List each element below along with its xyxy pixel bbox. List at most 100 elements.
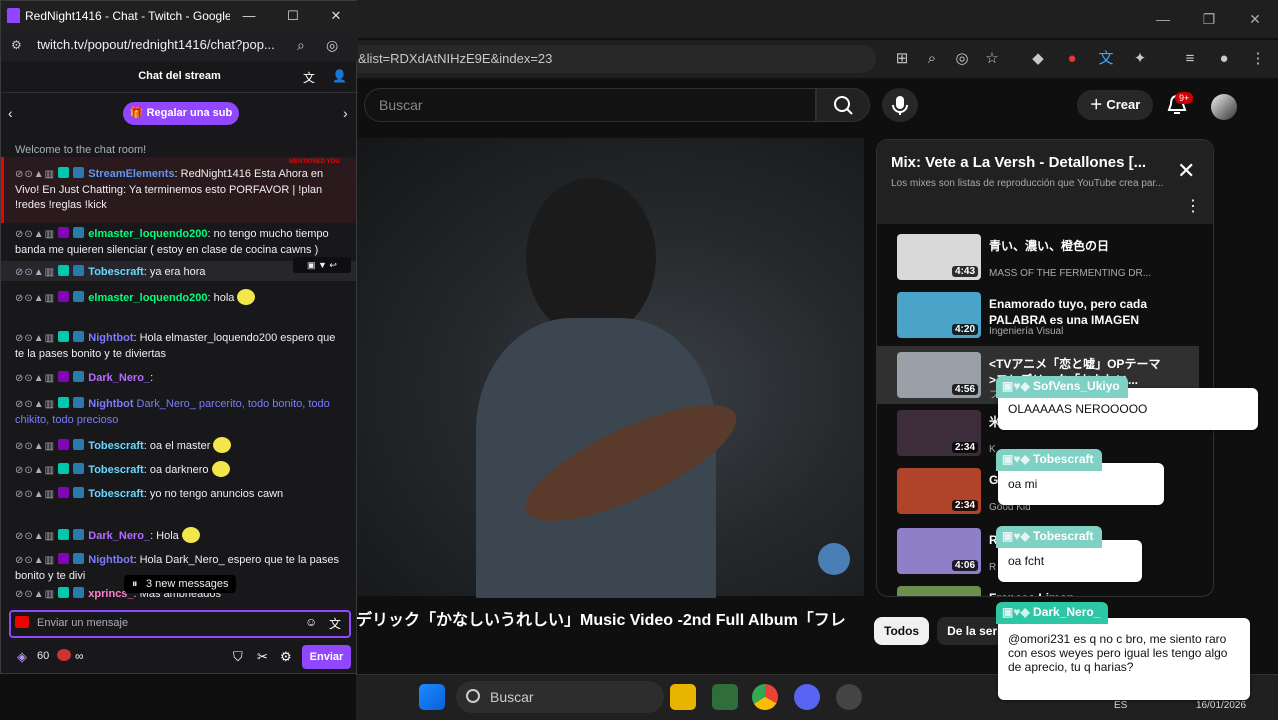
tools-icon[interactable]: ✂ xyxy=(257,649,268,665)
badge-icon xyxy=(73,587,85,598)
new-messages-label: 3 new messages xyxy=(146,578,229,590)
chat-badge-icon[interactable] xyxy=(15,616,29,628)
overlay-text: oa fcht xyxy=(1008,554,1045,568)
mod-actions-icon[interactable]: ⊘⊙▲▥ xyxy=(15,229,55,240)
window-title: RedNight1416 - Chat - Twitch - Google... xyxy=(25,9,230,23)
chat-text: : hola xyxy=(207,292,235,304)
chevron-right-icon[interactable]: › xyxy=(343,105,348,121)
playlist-item[interactable]: Frances Limon xyxy=(877,580,1199,596)
chat-username[interactable]: StreamElements xyxy=(88,168,174,180)
mod-actions-icon[interactable]: ⊘⊙▲▥ xyxy=(15,441,55,452)
chat-username[interactable]: elmaster_loquendo200 xyxy=(88,292,207,304)
media-icon[interactable]: ≡ xyxy=(1180,49,1200,69)
users-icon[interactable]: 👤 xyxy=(332,69,347,83)
extension-icon[interactable]: ◆ xyxy=(1028,49,1048,69)
gift-sub-button[interactable]: 🎁 Regalar una sub xyxy=(123,102,239,125)
chat-username[interactable]: Dark_Nero_ xyxy=(88,372,150,384)
create-button[interactable]: ＋ Crear xyxy=(1077,90,1153,120)
channel-points-icon[interactable]: ◈ xyxy=(17,649,27,665)
chat-username[interactable]: Tobescraft xyxy=(88,488,143,500)
address-bar[interactable]: &list=RDXdAtNIHzE9E&index=23 xyxy=(356,45,876,73)
eye-slash-icon[interactable]: ◎ xyxy=(326,37,338,54)
badge-icon xyxy=(58,439,70,450)
shield-icon[interactable]: ⛉ xyxy=(233,649,243,665)
adblock-icon[interactable]: ● xyxy=(1062,49,1082,69)
site-settings-icon[interactable]: ⚙ xyxy=(11,38,22,52)
emote-icon[interactable]: ☺ xyxy=(305,615,317,629)
points-suffix: ∞ xyxy=(75,649,84,663)
discord-icon[interactable] xyxy=(794,684,820,710)
badge-icon xyxy=(73,291,85,302)
chat-username[interactable]: Nightbot xyxy=(88,554,133,566)
chrome-icon[interactable] xyxy=(752,684,778,710)
avatar[interactable] xyxy=(1211,94,1237,120)
bookmark-star-icon[interactable]: ☆ xyxy=(982,49,1002,69)
mod-actions-icon[interactable]: ⊘⊙▲▥ xyxy=(15,489,55,500)
profile-icon[interactable]: ● xyxy=(1214,49,1234,69)
chat-username[interactable]: Tobescraft xyxy=(88,440,143,452)
mod-actions-icon[interactable]: ⊘⊙▲▥ xyxy=(15,589,55,600)
mod-actions-icon[interactable]: ⊘⊙▲▥ xyxy=(15,169,55,180)
send-button[interactable]: Enviar xyxy=(302,645,351,669)
chat-username[interactable]: Tobescraft xyxy=(88,464,143,476)
playlist-item[interactable]: 4:20 Enamorado tuyo, pero cada PALABRA e… xyxy=(877,286,1199,344)
emote-icon xyxy=(181,527,200,543)
voice-search-button[interactable] xyxy=(882,88,918,122)
mod-actions-icon[interactable]: ⊘⊙▲▥ xyxy=(15,465,55,476)
mod-actions-icon[interactable]: ⊘⊙▲▥ xyxy=(15,555,55,566)
install-app-icon[interactable]: ⊞ xyxy=(892,49,912,69)
chat-message: ⊘⊙▲▥ StreamElements: RedNight1416 Esta A… xyxy=(15,167,341,214)
tray-language[interactable]: ES xyxy=(1114,700,1127,711)
tray-clock[interactable]: 16/01/2026 xyxy=(1196,700,1246,711)
chat-message: ⊘⊙▲▥ Nightbot: Hola elmaster_loquendo200… xyxy=(15,331,341,362)
obs-icon[interactable] xyxy=(836,684,862,710)
chat-message: ⊘⊙▲▥ Nightbot Dark_Nero_ parcerito, todo… xyxy=(15,397,341,428)
zoom-icon[interactable]: ⌕ xyxy=(922,49,942,69)
translate-icon[interactable]: 文 xyxy=(1096,49,1116,69)
channel-watermark-icon[interactable] xyxy=(818,543,850,575)
puzzle-icon[interactable]: ✦ xyxy=(1130,49,1150,69)
gear-icon[interactable]: ⚙ xyxy=(280,649,292,665)
mod-actions-icon[interactable]: ⊘⊙▲▥ xyxy=(15,531,55,542)
chevron-left-icon[interactable]: ‹ xyxy=(8,105,13,121)
close-icon[interactable]: ✕ xyxy=(1177,158,1195,184)
video-player[interactable] xyxy=(356,138,864,598)
taskbar-search[interactable]: Buscar xyxy=(456,681,664,713)
chat-message: ⊘⊙▲▥ elmaster_loquendo200: no tengo much… xyxy=(15,227,341,258)
file-explorer-icon[interactable] xyxy=(670,684,696,710)
new-messages-button[interactable]: ⏸ 3 new messages xyxy=(124,575,236,593)
app-icon[interactable] xyxy=(712,684,738,710)
chat-text: : oa el master xyxy=(143,440,211,452)
close-button[interactable]: ✕ xyxy=(321,5,351,27)
kebab-menu-icon[interactable]: ⋮ xyxy=(1248,49,1268,69)
chat-username[interactable]: Nightbot xyxy=(88,332,133,344)
overlay-user-label: Tobescraft xyxy=(1033,452,1094,466)
chat-username[interactable]: elmaster_loquendo200 xyxy=(88,228,207,240)
playlist-title[interactable]: Mix: Vete a La Versh - Detallones [... xyxy=(891,154,1161,171)
mod-actions-icon[interactable]: ⊘⊙▲▥ xyxy=(15,333,55,344)
zoom-icon[interactable]: ⌕ xyxy=(297,37,305,54)
mod-actions-icon[interactable]: ⊘⊙▲▥ xyxy=(15,399,55,410)
chat-username[interactable]: Nightbot xyxy=(88,398,133,410)
youtube-search-input[interactable]: Buscar xyxy=(364,88,816,122)
eye-slash-icon[interactable]: ◎ xyxy=(952,49,972,69)
close-button[interactable]: ✕ xyxy=(1232,11,1278,28)
thumbnail: 4:06 xyxy=(897,528,981,574)
chat-username[interactable]: Dark_Nero_ xyxy=(88,530,150,542)
youtube-search-button[interactable] xyxy=(816,88,870,122)
more-options-icon[interactable]: ⋮ xyxy=(1185,196,1201,216)
chip-all[interactable]: Todos xyxy=(874,617,930,645)
mod-actions-icon[interactable]: ⊘⊙▲▥ xyxy=(15,373,55,384)
mod-actions-icon[interactable]: ⊘⊙▲▥ xyxy=(15,293,55,304)
translate-icon[interactable]: 文 xyxy=(329,615,341,632)
twitch-url[interactable]: twitch.tv/popout/rednight1416/chat?pop..… xyxy=(37,37,287,52)
translate-icon[interactable]: 文 xyxy=(303,69,315,86)
windows-start-icon[interactable] xyxy=(419,684,445,710)
maximize-button[interactable]: ☐ xyxy=(278,5,308,27)
chat-username[interactable]: Tobescraft xyxy=(88,266,143,278)
restore-button[interactable]: ❐ xyxy=(1186,11,1232,28)
playlist-item[interactable]: 4:43 青い、濃い、橙色の日 MASS OF THE FERMENTING D… xyxy=(877,228,1199,286)
minimize-button[interactable]: — xyxy=(234,5,264,27)
minimize-button[interactable]: — xyxy=(1140,11,1186,27)
mod-actions-icon[interactable]: ⊘⊙▲▥ xyxy=(15,267,55,278)
